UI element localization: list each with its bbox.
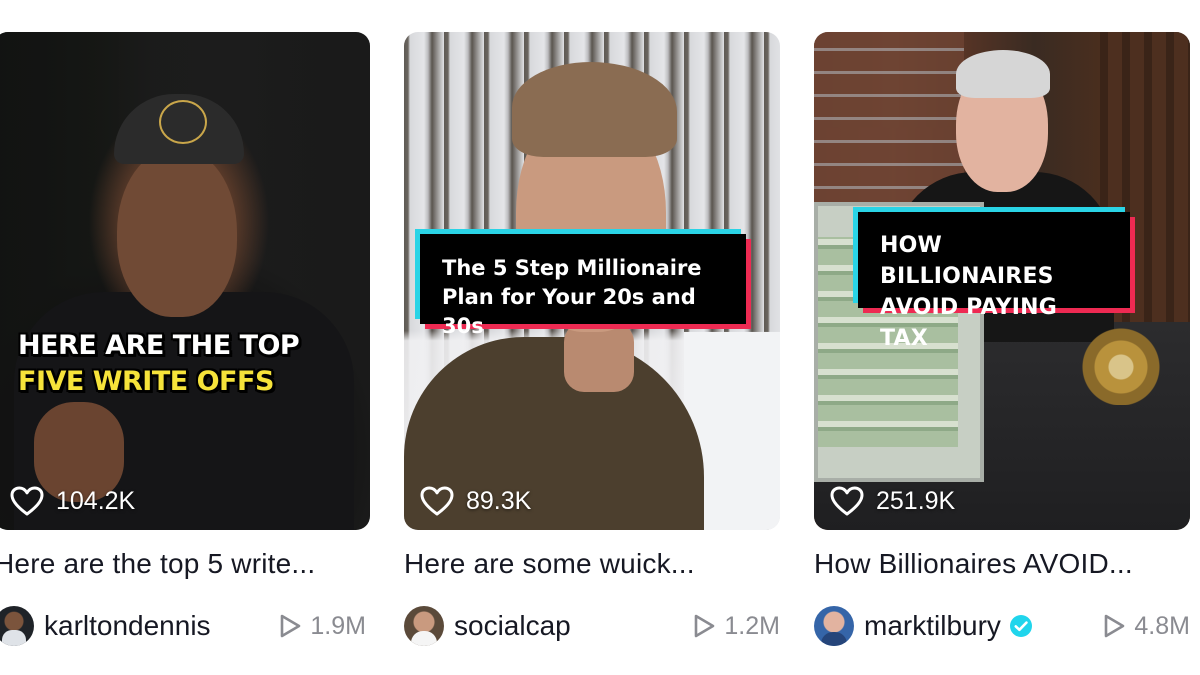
like-count-value: 104.2K bbox=[56, 486, 136, 515]
thumbnail-figure bbox=[564, 322, 634, 392]
like-count: 251.9K bbox=[830, 486, 955, 516]
video-meta: socialcap 1.2M bbox=[404, 602, 784, 650]
thumbnail-figure bbox=[159, 100, 207, 144]
play-outline-icon bbox=[695, 614, 715, 638]
username-link[interactable]: marktilbury bbox=[864, 610, 1001, 642]
video-thumbnail[interactable]: The 5 Step Millionaire Plan for Your 20s… bbox=[404, 32, 780, 530]
play-outline-icon bbox=[1105, 614, 1125, 638]
avatar[interactable] bbox=[0, 606, 34, 646]
thumbnail-figure bbox=[1076, 327, 1166, 405]
video-card[interactable]: HERE ARE THE TOP FIVE WRITE OFFS 104.2K … bbox=[0, 32, 370, 646]
thumbnail-caption-line: HERE ARE THE TOP bbox=[18, 330, 300, 361]
like-count: 89.3K bbox=[420, 486, 531, 516]
video-title[interactable]: Here are the top 5 write... bbox=[0, 548, 370, 580]
video-grid: HERE ARE THE TOP FIVE WRITE OFFS 104.2K … bbox=[0, 0, 1200, 675]
view-count-value: 1.2M bbox=[724, 611, 780, 640]
thumbnail-figure bbox=[956, 50, 1050, 98]
like-count-value: 251.9K bbox=[876, 486, 956, 515]
video-card[interactable]: The 5 Step Millionaire Plan for Your 20s… bbox=[404, 32, 780, 646]
thumbnail-figure bbox=[117, 147, 237, 317]
username-link[interactable]: karltondennis bbox=[44, 610, 211, 642]
thumbnail-caption: HERE ARE THE TOP FIVE WRITE OFFS bbox=[18, 328, 358, 400]
thumbnail-figure bbox=[512, 62, 677, 157]
heart-outline-icon bbox=[420, 486, 454, 516]
thumbnail-caption: The 5 Step Millionaire Plan for Your 20s… bbox=[420, 234, 746, 338]
heart-outline-icon bbox=[830, 486, 864, 516]
thumbnail-caption-line: FIVE WRITE OFFS bbox=[18, 366, 274, 397]
avatar[interactable] bbox=[814, 606, 854, 646]
video-meta: karltondennis 1.9M bbox=[0, 602, 374, 650]
view-count: 1.2M bbox=[692, 612, 784, 641]
video-meta: marktilbury 4.8M bbox=[814, 602, 1194, 650]
video-thumbnail[interactable]: HERE ARE THE TOP FIVE WRITE OFFS 104.2K bbox=[0, 32, 370, 530]
video-title[interactable]: Here are some wuick... bbox=[404, 548, 780, 580]
like-count-value: 89.3K bbox=[466, 486, 532, 515]
video-card[interactable]: HOW BILLIONAIRES AVOID PAYING TAX 251.9K… bbox=[814, 32, 1190, 646]
play-outline-icon bbox=[281, 614, 301, 638]
video-thumbnail[interactable]: HOW BILLIONAIRES AVOID PAYING TAX 251.9K bbox=[814, 32, 1190, 530]
verified-badge-icon bbox=[1009, 615, 1032, 637]
view-count-value: 4.8M bbox=[1134, 611, 1190, 640]
heart-outline-icon bbox=[10, 486, 44, 516]
view-count: 4.8M bbox=[1102, 612, 1194, 641]
view-count-value: 1.9M bbox=[310, 611, 366, 640]
thumbnail-caption: HOW BILLIONAIRES AVOID PAYING TAX bbox=[858, 212, 1130, 351]
video-title[interactable]: How Billionaires AVOID... bbox=[814, 548, 1190, 580]
like-count: 104.2K bbox=[10, 486, 135, 516]
view-count: 1.9M bbox=[278, 612, 374, 641]
avatar[interactable] bbox=[404, 606, 444, 646]
username-link[interactable]: socialcap bbox=[454, 610, 571, 642]
